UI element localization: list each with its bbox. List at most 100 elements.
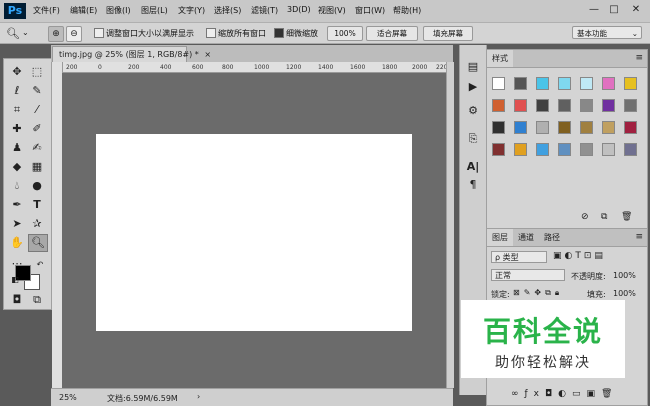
restore-icon[interactable]: □: [608, 4, 620, 16]
style-swatch[interactable]: [580, 121, 593, 134]
tab-channels[interactable]: 通道: [513, 229, 539, 246]
swap-colors-icon[interactable]: ↶: [31, 257, 49, 273]
style-swatch[interactable]: [514, 121, 527, 134]
style-swatch[interactable]: [624, 143, 637, 156]
style-swatch[interactable]: [624, 77, 637, 90]
history-panel-icon[interactable]: ▤: [464, 59, 482, 75]
clone-source-panel-icon[interactable]: ⎘: [464, 131, 482, 147]
chevron-right-icon[interactable]: ›: [197, 392, 200, 401]
menu-filter[interactable]: 滤镜(T): [251, 5, 278, 16]
style-swatch[interactable]: [602, 121, 615, 134]
close-tab-icon[interactable]: ×: [204, 50, 211, 59]
fill-value[interactable]: 100%: [613, 289, 636, 298]
healing-brush-tool-icon[interactable]: ✚: [8, 121, 26, 137]
blur-tool-icon[interactable]: 💧︎: [8, 178, 26, 194]
crop-tool-icon[interactable]: ⌗: [8, 102, 26, 118]
opacity-value[interactable]: 100%: [613, 271, 636, 280]
style-swatch[interactable]: [536, 99, 549, 112]
clone-stamp-tool-icon[interactable]: ♟: [8, 140, 26, 156]
status-zoom[interactable]: 25%: [59, 393, 77, 402]
menu-file[interactable]: 文件(F): [33, 5, 60, 16]
zoom-in-icon[interactable]: ⊕: [48, 26, 64, 42]
style-swatch[interactable]: [558, 121, 571, 134]
style-swatch[interactable]: [492, 99, 505, 112]
tab-layers[interactable]: 图层: [487, 229, 513, 246]
document-tab[interactable]: timg.jpg @ 25% (图层 1, RGB/8#) * ×: [52, 46, 211, 62]
style-swatch[interactable]: [514, 77, 527, 90]
close-icon[interactable]: ✕: [630, 4, 642, 16]
style-swatch[interactable]: [514, 143, 527, 156]
menu-type[interactable]: 文字(Y): [178, 5, 205, 16]
workspace-select[interactable]: 基本功能 ⌄: [572, 26, 642, 39]
style-swatch[interactable]: [492, 121, 505, 134]
lock-icons[interactable]: ⊠✎✥⧉🔒︎: [513, 288, 563, 298]
style-swatch[interactable]: [492, 143, 505, 156]
properties-panel-icon[interactable]: ⚙: [464, 103, 482, 119]
zoom-tool-icon[interactable]: 🔍︎: [6, 27, 20, 40]
style-swatch[interactable]: [624, 99, 637, 112]
hand-tool-icon[interactable]: ✋: [8, 235, 26, 251]
quick-select-tool-icon[interactable]: ✎: [28, 83, 46, 99]
clear-style-icon[interactable]: ⊘: [581, 212, 589, 222]
menu-help[interactable]: 帮助(H): [393, 5, 421, 16]
menu-view[interactable]: 视图(V): [318, 5, 346, 16]
eyedropper-tool-icon[interactable]: ⁄: [28, 102, 46, 118]
layer-filter-icons[interactable]: ▣◐T⊡▤: [553, 251, 606, 261]
style-swatch[interactable]: [580, 143, 593, 156]
menu-layer[interactable]: 图层(L): [141, 5, 168, 16]
vertical-scrollbar[interactable]: [446, 62, 454, 388]
panel-menu-icon[interactable]: ≡: [635, 53, 643, 63]
screen-mode-icon[interactable]: ⧉: [28, 292, 46, 308]
dodge-tool-icon[interactable]: ●: [28, 178, 46, 194]
layer-footer-icons[interactable]: ∞ƒx◘◐▭▣🗑︎: [511, 389, 618, 399]
zoom-all-checkbox[interactable]: [206, 28, 216, 38]
path-select-tool-icon[interactable]: ➤: [8, 216, 26, 232]
minimize-icon[interactable]: —: [588, 4, 600, 16]
trash-icon[interactable]: 🗑︎: [621, 212, 632, 222]
marquee-tool-icon[interactable]: ⬚: [28, 64, 46, 80]
chevron-down-icon[interactable]: ⌄: [22, 28, 29, 37]
menu-edit[interactable]: 编辑(E): [70, 5, 97, 16]
style-swatch[interactable]: [558, 99, 571, 112]
panel-menu-icon[interactable]: ≡: [635, 232, 643, 242]
menu-3d[interactable]: 3D(D): [287, 5, 311, 14]
style-swatch[interactable]: [602, 77, 615, 90]
zoom-tool-icon[interactable]: 🔍︎: [28, 234, 48, 252]
zoom-out-icon[interactable]: ⊖: [66, 26, 82, 42]
style-swatch[interactable]: [580, 99, 593, 112]
menu-window[interactable]: 窗口(W): [355, 5, 385, 16]
menu-image[interactable]: 图像(I): [106, 5, 131, 16]
style-swatch[interactable]: [580, 77, 593, 90]
style-swatch[interactable]: [624, 121, 637, 134]
style-swatch[interactable]: [602, 143, 615, 156]
lasso-tool-icon[interactable]: ℓ: [8, 83, 26, 99]
tab-styles[interactable]: 样式: [487, 50, 513, 67]
menu-select[interactable]: 选择(S): [214, 5, 241, 16]
move-tool-icon[interactable]: ✥: [8, 64, 26, 80]
tab-paths[interactable]: 路径: [539, 229, 565, 246]
document-canvas[interactable]: [96, 134, 412, 331]
history-brush-tool-icon[interactable]: ✍: [28, 140, 46, 156]
style-swatch[interactable]: [536, 77, 549, 90]
fit-screen-button[interactable]: 适合屏幕: [366, 26, 418, 41]
style-swatch[interactable]: [536, 143, 549, 156]
actions-panel-icon[interactable]: ▶: [464, 79, 482, 95]
type-tool-icon[interactable]: T: [28, 197, 46, 213]
style-swatch[interactable]: [492, 77, 505, 90]
style-swatch[interactable]: [514, 99, 527, 112]
fill-screen-button[interactable]: 填充屏幕: [423, 26, 473, 41]
quick-mask-icon[interactable]: ◘: [8, 292, 26, 308]
scrubby-zoom-checkbox[interactable]: [274, 28, 284, 38]
new-style-icon[interactable]: ⧉: [601, 212, 607, 222]
layer-filter-select[interactable]: ρ 类型: [491, 251, 547, 263]
shape-tool-icon[interactable]: ✰: [28, 216, 46, 232]
paragraph-panel-icon[interactable]: ¶: [464, 177, 482, 193]
default-colors-icon[interactable]: ◧: [6, 272, 24, 288]
blend-mode-select[interactable]: 正常: [491, 269, 565, 281]
style-swatch[interactable]: [536, 121, 549, 134]
eraser-tool-icon[interactable]: ◆: [8, 159, 26, 175]
style-swatch[interactable]: [602, 99, 615, 112]
zoom-100-button[interactable]: 100%: [327, 26, 363, 41]
style-swatch[interactable]: [558, 77, 571, 90]
style-swatch[interactable]: [558, 143, 571, 156]
